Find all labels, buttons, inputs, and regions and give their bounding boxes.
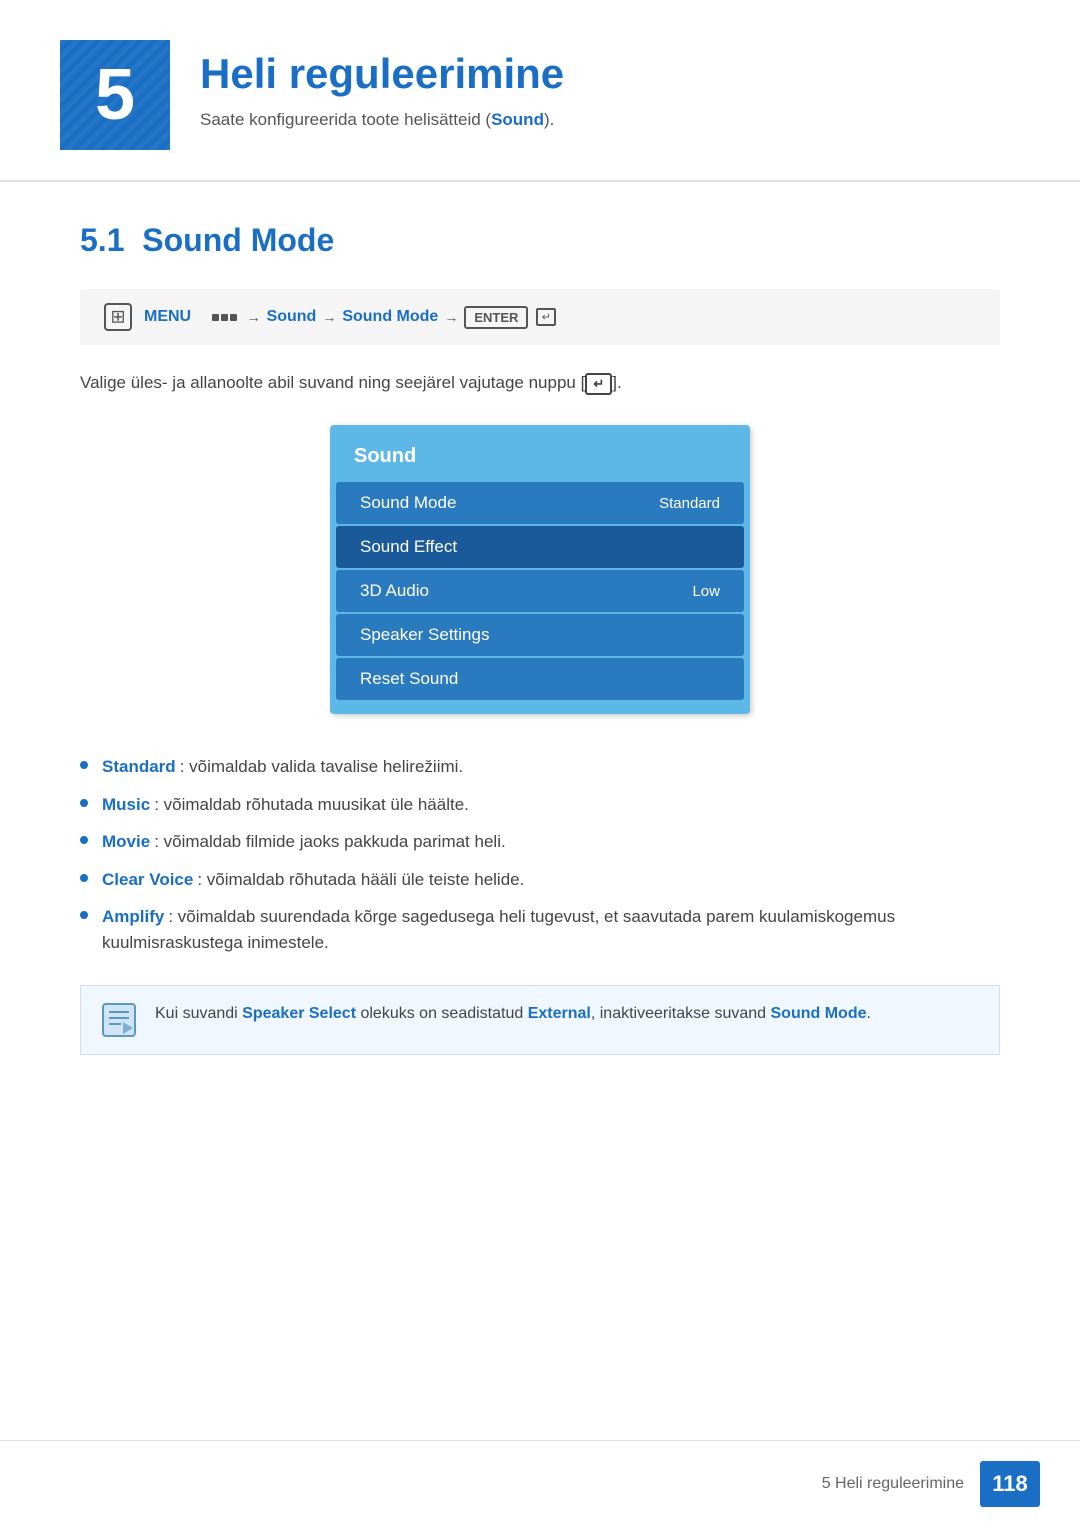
menu-label: MENU xyxy=(144,308,191,326)
menu-item-label: Sound Effect xyxy=(360,537,457,557)
term-standard: Standard xyxy=(102,757,176,776)
list-item: Movie: võimaldab filmide jaoks pakkuda p… xyxy=(80,829,1000,855)
menu-path: MENU → Sound → Sound Mode → ENTER ↵ xyxy=(80,289,1000,345)
chapter-header: 5 Heli reguleerimine Saate konfigureerid… xyxy=(0,0,1080,182)
note-box: Kui suvandi Speaker Select olekuks on se… xyxy=(80,985,1000,1055)
chapter-title-area: Heli reguleerimine Saate konfigureerida … xyxy=(170,40,564,130)
menu-item-label: Sound Mode xyxy=(360,493,456,513)
section-number: 5.1 Sound Mode xyxy=(80,222,1000,259)
chapter-subtitle: Saate konfigureerida toote helisätteid (… xyxy=(200,110,564,130)
menu-item-speaker-settings[interactable]: Speaker Settings xyxy=(336,614,744,656)
section-5-1: 5.1 Sound Mode MENU → Sound → Sound Mode… xyxy=(0,222,1080,1055)
chapter-number: 5 xyxy=(60,40,170,150)
menu-item-value: Low xyxy=(692,583,720,600)
sound-menu-title: Sound xyxy=(330,441,750,480)
note-speaker-select: Speaker Select xyxy=(242,1005,356,1022)
list-item: Standard: võimaldab valida tavalise heli… xyxy=(80,754,1000,780)
note-text: Kui suvandi Speaker Select olekuks on se… xyxy=(155,1002,871,1026)
note-icon xyxy=(101,1002,141,1038)
note-sound-mode: Sound Mode xyxy=(771,1005,867,1022)
footer-chapter-label: 5 Heli reguleerimine xyxy=(822,1475,964,1493)
page-footer: 5 Heli reguleerimine 118 xyxy=(0,1440,1080,1527)
list-item: Music: võimaldab rõhutada muusikat üle h… xyxy=(80,792,1000,818)
page-number: 118 xyxy=(980,1461,1040,1507)
menu-item-3d-audio[interactable]: 3D Audio Low xyxy=(336,570,744,612)
menu-item-reset-sound[interactable]: Reset Sound xyxy=(336,658,744,700)
note-external: External xyxy=(528,1005,591,1022)
term-amplify: Amplify xyxy=(102,907,164,926)
menu-item-sound-mode[interactable]: Sound Mode Standard xyxy=(336,482,744,524)
bullet-list: Standard: võimaldab valida tavalise heli… xyxy=(80,754,1000,955)
list-item: Amplify: võimaldab suurendada kõrge sage… xyxy=(80,904,1000,955)
path-sound: Sound xyxy=(267,308,317,326)
bullet-dot xyxy=(80,874,88,882)
term-music: Music xyxy=(102,795,150,814)
enter-button-path: ENTER xyxy=(464,306,528,329)
enter-inline-icon: ↵ xyxy=(585,373,612,395)
arrow-2: → xyxy=(322,309,336,325)
bullet-dot xyxy=(80,799,88,807)
term-movie: Movie xyxy=(102,832,150,851)
bullet-dot xyxy=(80,911,88,919)
menu-item-value: Standard xyxy=(659,495,720,512)
bullet-dot xyxy=(80,761,88,769)
arrow-1: → xyxy=(247,309,261,325)
term-clear-voice: Clear Voice xyxy=(102,870,193,889)
menu-item-label: Reset Sound xyxy=(360,669,458,689)
arrow-3: → xyxy=(444,309,458,325)
menu-item-sound-effect[interactable]: Sound Effect xyxy=(336,526,744,568)
instruction-text: Valige üles- ja allanoolte abil suvand n… xyxy=(80,373,1000,395)
path-sound-mode: Sound Mode xyxy=(342,308,438,326)
note-svg-icon xyxy=(101,1002,137,1038)
menu-item-label: Speaker Settings xyxy=(360,625,489,645)
bullet-dot xyxy=(80,836,88,844)
sound-menu-box: Sound Sound Mode Standard Sound Effect 3… xyxy=(330,425,750,714)
menu-item-label: 3D Audio xyxy=(360,581,429,601)
menu-icon xyxy=(104,303,132,331)
chapter-title: Heli reguleerimine xyxy=(200,50,564,98)
list-item: Clear Voice: võimaldab rõhutada hääli ül… xyxy=(80,867,1000,893)
